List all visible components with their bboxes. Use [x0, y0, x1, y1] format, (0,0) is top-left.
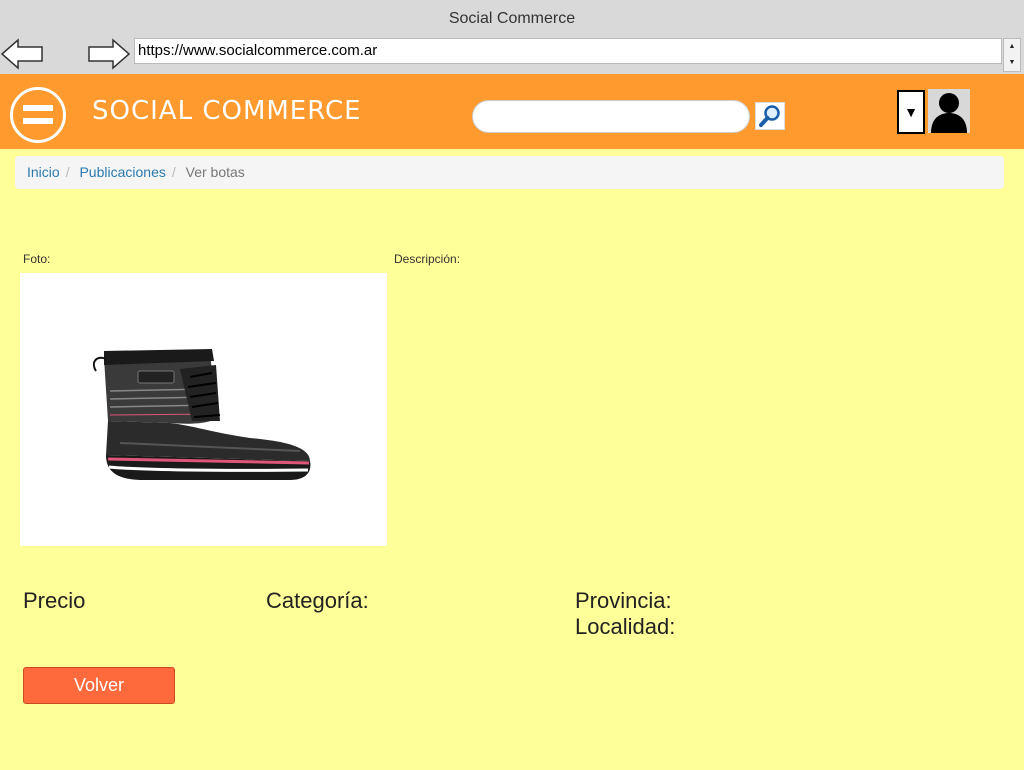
breadcrumb-inicio[interactable]: Inicio [27, 164, 60, 180]
user-silhouette-icon [928, 89, 970, 133]
breadcrumb-current: Ver botas [185, 164, 245, 180]
url-scrollbar[interactable]: ▲ ▼ [1003, 38, 1021, 72]
window-title: Social Commerce [448, 10, 576, 27]
brand-title: SOCIAL COMMERCE [92, 96, 362, 126]
search-input[interactable] [472, 100, 750, 133]
app-header: SOCIAL COMMERCE ▼ [0, 74, 1024, 149]
user-dropdown[interactable]: ▼ [897, 90, 925, 134]
volver-button[interactable]: Volver [23, 667, 175, 704]
url-bar[interactable]: https://www.socialcommerce.com.ar [134, 38, 1002, 64]
breadcrumb: Inicio / Publicaciones / Ver botas [15, 156, 1004, 189]
product-photo [20, 273, 387, 546]
arrow-right-icon[interactable] [87, 38, 131, 70]
avatar[interactable] [928, 89, 970, 133]
search-button[interactable] [755, 102, 785, 130]
boot-photo [92, 349, 311, 480]
description-label: Descripción: [394, 252, 461, 266]
browser-chrome: Social Commerce https://www.socialcommer… [0, 0, 1024, 74]
category-label: Categoría: [266, 588, 369, 613]
province-label: Provincia: [575, 588, 672, 613]
locality-label: Localidad: [575, 614, 676, 639]
magnifier-icon [759, 105, 780, 127]
arrow-left-icon[interactable] [0, 38, 44, 70]
hamburger-icon[interactable] [10, 87, 66, 143]
photo-label: Foto: [23, 252, 51, 266]
scroll-down-icon[interactable]: ▼ [1004, 55, 1020, 71]
price-label: Precio [23, 588, 86, 613]
breadcrumb-publicaciones[interactable]: Publicaciones [79, 164, 165, 180]
scroll-up-icon[interactable]: ▲ [1004, 39, 1020, 55]
